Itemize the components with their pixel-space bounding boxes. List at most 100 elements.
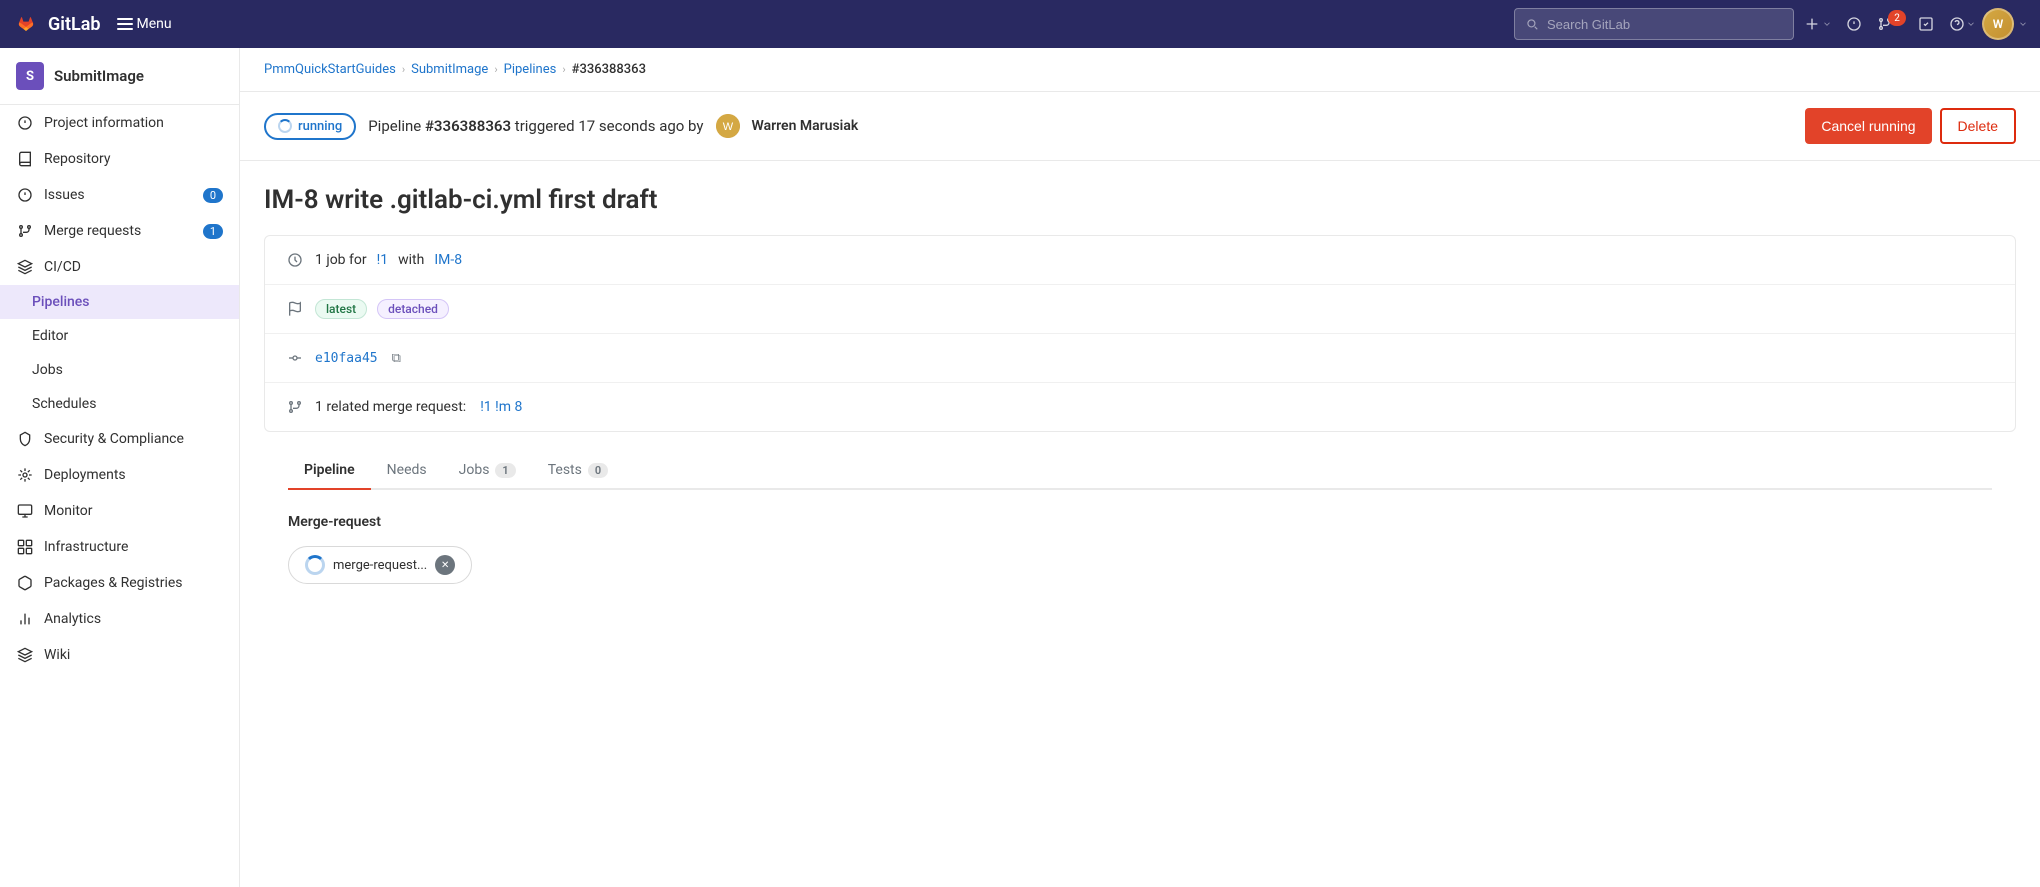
- sidebar-item-label: Pipelines: [32, 294, 90, 310]
- breadcrumb-project[interactable]: SubmitImage: [411, 62, 488, 77]
- help-button[interactable]: [1946, 8, 1978, 40]
- hamburger-icon: [117, 16, 133, 32]
- sidebar-item-label: Repository: [44, 151, 110, 167]
- tab-pipeline[interactable]: Pipeline: [288, 452, 371, 490]
- sidebar: S SubmitImage Project information Reposi…: [0, 48, 240, 887]
- tests-tab-count: 0: [588, 463, 608, 478]
- sidebar-nav: Project information Repository Issues 0: [0, 105, 239, 673]
- tab-jobs[interactable]: Jobs 1: [443, 452, 532, 490]
- sidebar-item-packages-registries[interactable]: Packages & Registries: [0, 565, 239, 601]
- cancel-running-button[interactable]: Cancel running: [1805, 108, 1931, 144]
- pipeline-graph-area: Merge-request merge-request... ✕: [264, 490, 2016, 608]
- sidebar-item-label: Project information: [44, 115, 164, 131]
- sidebar-item-label: Schedules: [32, 396, 96, 412]
- sidebar-item-deployments[interactable]: Deployments: [0, 457, 239, 493]
- sidebar-item-monitor[interactable]: Monitor: [0, 493, 239, 529]
- deployments-icon: [16, 466, 34, 484]
- sidebar-item-project-information[interactable]: Project information: [0, 105, 239, 141]
- stage-label: Merge-request: [288, 514, 1992, 530]
- tab-needs-label: Needs: [387, 462, 427, 478]
- delete-pipeline-button[interactable]: Delete: [1940, 108, 2016, 144]
- pipeline-tabs: Pipeline Needs Jobs 1 Tests 0: [288, 452, 1992, 490]
- breadcrumb-sep-2: ›: [494, 63, 497, 76]
- tag-detached: detached: [377, 299, 449, 319]
- tab-tests[interactable]: Tests 0: [532, 452, 624, 490]
- sidebar-item-analytics[interactable]: Analytics: [0, 601, 239, 637]
- sidebar-item-security-compliance[interactable]: Security & Compliance: [0, 421, 239, 457]
- pipeline-mr-row: 1 related merge request: !1 !m 8: [265, 383, 2015, 431]
- monitor-icon: [16, 502, 34, 520]
- pipeline-status-bar: running Pipeline #336388363 triggered 17…: [240, 92, 2040, 161]
- gitlab-logo[interactable]: GitLab: [12, 10, 101, 38]
- sidebar-item-issues[interactable]: Issues 0: [0, 177, 239, 213]
- merge-requests-icon: [16, 222, 34, 240]
- gitlab-logo-text: GitLab: [48, 14, 101, 35]
- sidebar-item-editor[interactable]: Editor: [0, 319, 239, 353]
- cicd-icon: [16, 258, 34, 276]
- pipeline-description: Pipeline #336388363 triggered 17 seconds…: [368, 117, 703, 135]
- merge-requests-button[interactable]: 2: [1874, 8, 1906, 40]
- wiki-icon: [16, 646, 34, 664]
- menu-toggle[interactable]: Menu: [109, 12, 180, 36]
- pipeline-status-badge: running: [264, 113, 356, 140]
- pipeline-tags-row: latest detached: [265, 285, 2015, 334]
- todo-button[interactable]: [1910, 8, 1942, 40]
- sidebar-item-label: Editor: [32, 328, 68, 344]
- running-spinner: [278, 119, 292, 133]
- sidebar-item-merge-requests[interactable]: Merge requests 1: [0, 213, 239, 249]
- tab-pipeline-label: Pipeline: [304, 462, 355, 478]
- pipeline-label: Pipeline: [368, 117, 425, 135]
- shield-icon: [16, 430, 34, 448]
- sidebar-item-cicd[interactable]: CI/CD: [0, 249, 239, 285]
- sidebar-item-label: Merge requests: [44, 223, 141, 239]
- sidebar-item-repository[interactable]: Repository: [0, 141, 239, 177]
- flag-icon: [285, 299, 305, 319]
- sidebar-item-label: Infrastructure: [44, 539, 128, 555]
- issues-icon: [16, 186, 34, 204]
- job-spinner: [305, 555, 325, 575]
- merge-icon: [285, 397, 305, 417]
- pipeline-actions: Cancel running Delete: [1805, 108, 2016, 144]
- breadcrumb-root[interactable]: PmmQuickStartGuides: [264, 62, 396, 77]
- main-content: PmmQuickStartGuides › SubmitImage › Pipe…: [240, 48, 2040, 887]
- sidebar-item-infrastructure[interactable]: Infrastructure: [0, 529, 239, 565]
- sidebar-item-label: CI/CD: [44, 259, 81, 275]
- create-new-button[interactable]: [1802, 8, 1834, 40]
- pipeline-commit-row: e10faa45 ⧉: [265, 334, 2015, 383]
- tab-jobs-label: Jobs: [459, 462, 490, 478]
- packages-icon: [16, 574, 34, 592]
- commit-hash-link[interactable]: e10faa45: [315, 351, 378, 366]
- copy-commit-button[interactable]: ⧉: [388, 349, 405, 368]
- job-cancel-icon[interactable]: ✕: [435, 555, 455, 575]
- search-bar[interactable]: [1514, 8, 1794, 40]
- tab-tests-label: Tests: [548, 462, 582, 478]
- tab-needs[interactable]: Needs: [371, 452, 443, 490]
- related-mr-link[interactable]: !1 !m 8: [480, 399, 522, 415]
- sidebar-item-wiki[interactable]: Wiki: [0, 637, 239, 673]
- search-input[interactable]: [1547, 17, 1783, 32]
- breadcrumb: PmmQuickStartGuides › SubmitImage › Pipe…: [240, 48, 2040, 92]
- svg-text:W: W: [722, 121, 733, 133]
- info-icon: [16, 114, 34, 132]
- sidebar-item-schedules[interactable]: Schedules: [0, 387, 239, 421]
- related-mr-text: 1 related merge request:: [315, 399, 466, 415]
- pipeline-status-label: running: [298, 119, 342, 134]
- top-navigation: GitLab Menu 2 W: [0, 0, 2040, 48]
- issues-button[interactable]: [1838, 8, 1870, 40]
- job-name: merge-request...: [333, 558, 427, 573]
- jobs-mr-link[interactable]: IM-8: [434, 252, 462, 268]
- sidebar-item-label: Security & Compliance: [44, 431, 184, 447]
- pipeline-heading: IM-8 write .gitlab-ci.yml first draft: [264, 185, 2016, 215]
- commit-icon: [285, 348, 305, 368]
- repository-icon: [16, 150, 34, 168]
- clock-icon: [285, 250, 305, 270]
- sidebar-item-pipelines[interactable]: Pipelines: [0, 285, 239, 319]
- pipeline-job-node[interactable]: merge-request... ✕: [288, 546, 472, 584]
- breadcrumb-pipelines[interactable]: Pipelines: [504, 62, 557, 77]
- sidebar-item-label: Packages & Registries: [44, 575, 183, 591]
- pipeline-detail: IM-8 write .gitlab-ci.yml first draft 1 …: [240, 161, 2040, 608]
- sidebar-item-jobs[interactable]: Jobs: [0, 353, 239, 387]
- user-avatar[interactable]: W: [1982, 8, 2014, 40]
- jobs-issue-link[interactable]: !1: [377, 252, 388, 268]
- sidebar-item-label: Jobs: [32, 362, 63, 378]
